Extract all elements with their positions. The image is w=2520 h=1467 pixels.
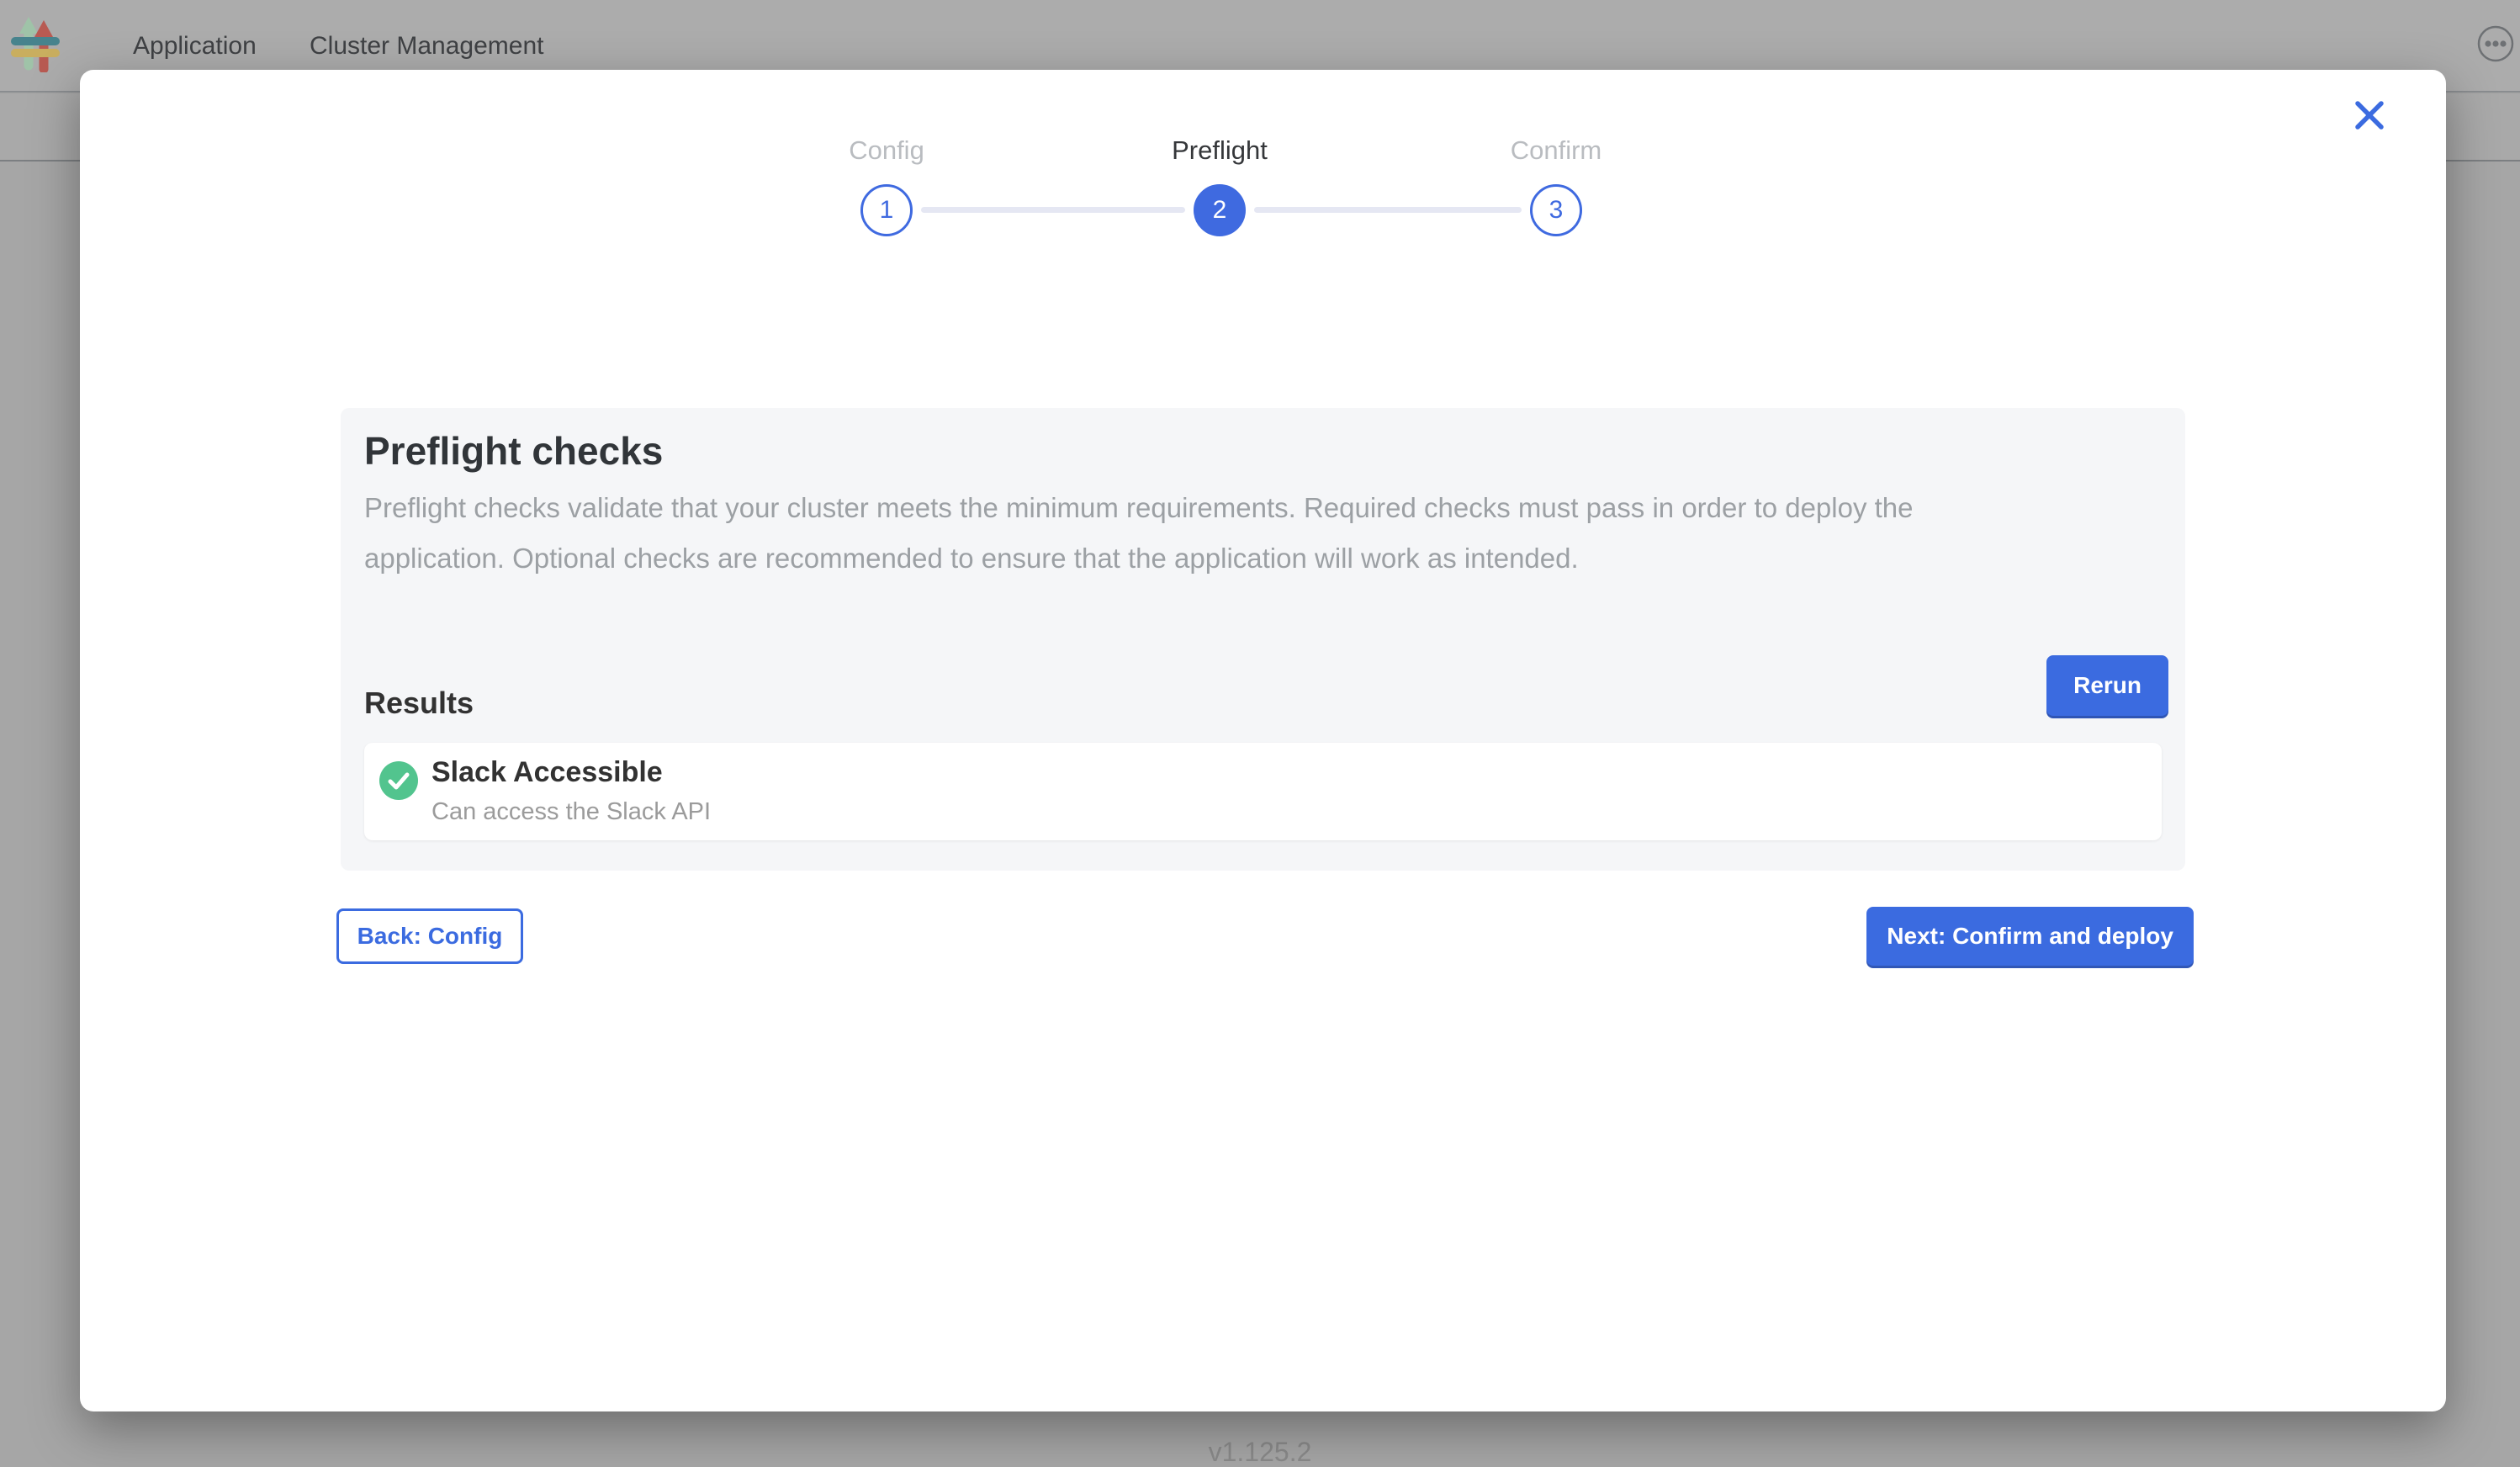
close-icon[interactable] xyxy=(2351,97,2388,134)
preflight-panel: Preflight checks Preflight checks valida… xyxy=(341,408,2185,871)
ellipsis-menu-icon[interactable] xyxy=(2476,24,2515,63)
panel-title: Preflight checks xyxy=(364,428,663,474)
panel-description-line-2: application. Optional checks are recomme… xyxy=(364,543,1579,575)
rerun-button[interactable]: Rerun xyxy=(2046,655,2168,716)
preflight-wizard-modal: Config Preflight Confirm 1 2 3 Preflight… xyxy=(80,70,2446,1411)
step-connector-line xyxy=(1254,207,1522,213)
step-circle-config: 1 xyxy=(860,184,913,236)
step-circle-preflight: 2 xyxy=(1194,184,1246,236)
check-detail: Can access the Slack API xyxy=(431,798,711,826)
panel-description-line-1: Preflight checks validate that your clus… xyxy=(364,492,1914,524)
back-config-button[interactable]: Back: Config xyxy=(336,908,523,964)
results-heading: Results xyxy=(364,686,474,721)
preflight-check-result-row: Slack Accessible Can access the Slack AP… xyxy=(364,743,2162,840)
step-connector-line xyxy=(921,207,1185,213)
check-circle-icon xyxy=(379,761,418,804)
next-confirm-deploy-button[interactable]: Next: Confirm and deploy xyxy=(1866,907,2194,966)
app-version: v1.125.2 xyxy=(0,1437,2520,1467)
step-circle-confirm: 3 xyxy=(1530,184,1582,236)
app-logo-icon xyxy=(10,13,61,77)
step-label-confirm: Confirm xyxy=(1511,135,1602,166)
step-label-preflight: Preflight xyxy=(1172,135,1268,166)
step-label-config: Config xyxy=(849,135,924,166)
check-title: Slack Accessible xyxy=(431,756,663,789)
